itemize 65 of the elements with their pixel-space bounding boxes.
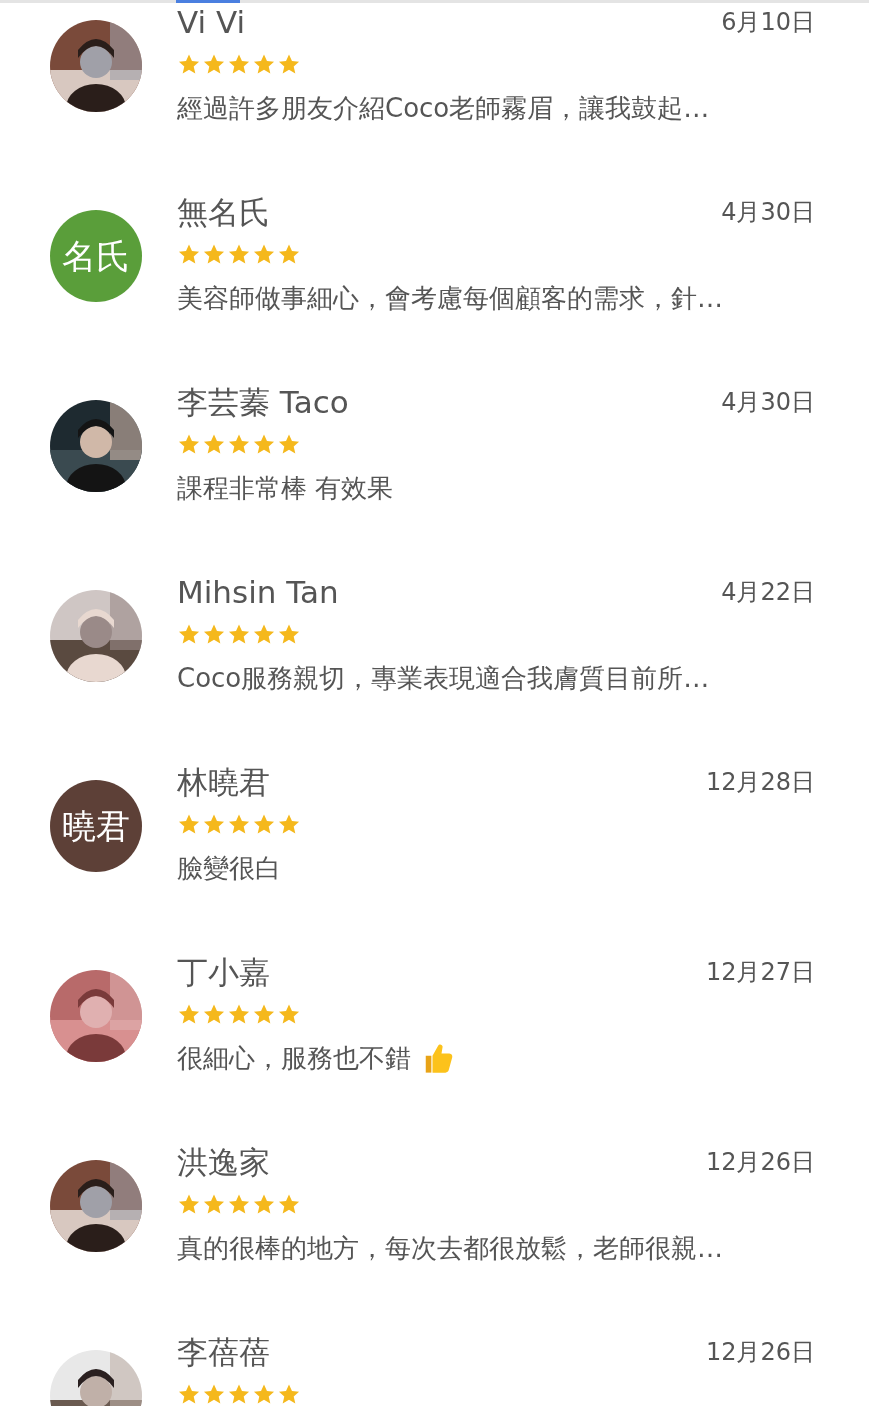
star-icon xyxy=(202,243,226,266)
star-icon xyxy=(202,433,226,456)
avatar: 曉君 xyxy=(50,780,142,872)
star-icon xyxy=(277,813,301,836)
star-icon xyxy=(252,623,276,646)
review-date: 6月10日 xyxy=(721,7,815,38)
star-icon xyxy=(252,243,276,266)
reviewer-name: 無名氏 xyxy=(177,192,270,232)
review-text: 課程非常棒 有效果 xyxy=(177,471,394,505)
star-icon xyxy=(277,1193,301,1216)
star-icon xyxy=(177,813,201,836)
star-icon xyxy=(177,1193,201,1216)
review-text: 臉變很白 xyxy=(177,851,281,885)
reviewer-name: 丁小嘉 xyxy=(177,952,270,992)
star-icon xyxy=(227,623,251,646)
star-icon xyxy=(252,53,276,76)
review-text: 經過許多朋友介紹Coco老師霧眉，讓我鼓起… xyxy=(177,91,710,125)
star-icon xyxy=(277,433,301,456)
review-text: 美容師做事細心，會考慮每個顧客的需求，針… xyxy=(177,281,723,315)
star-icon xyxy=(252,433,276,456)
star-icon xyxy=(252,1003,276,1026)
star-icon xyxy=(227,243,251,266)
review-date: 4月30日 xyxy=(721,197,815,228)
star-icon xyxy=(177,1383,201,1406)
star-icon xyxy=(227,1003,251,1026)
reviewer-name: 李芸蓁 Taco xyxy=(177,382,349,422)
star-icon xyxy=(202,1193,226,1216)
star-icon xyxy=(227,53,251,76)
star-icon xyxy=(252,1383,276,1406)
review-date: 4月22日 xyxy=(721,577,815,608)
star-icon xyxy=(277,243,301,266)
reviewer-name: Vi Vi xyxy=(177,2,246,42)
star-icon xyxy=(277,623,301,646)
star-icon xyxy=(227,433,251,456)
star-icon xyxy=(277,53,301,76)
review-date: 12月27日 xyxy=(705,957,815,988)
reviewer-name: 林曉君 xyxy=(177,762,270,802)
review-date: 12月26日 xyxy=(705,1337,815,1368)
star-icon xyxy=(227,1383,251,1406)
review-text: 很細心，服務也不錯 xyxy=(177,1041,411,1075)
star-icon xyxy=(252,813,276,836)
avatar: 名氏 xyxy=(50,210,142,302)
star-icon xyxy=(177,623,201,646)
review-date: 4月30日 xyxy=(721,387,815,418)
star-icon xyxy=(177,1003,201,1026)
star-icon xyxy=(177,433,201,456)
star-icon xyxy=(202,623,226,646)
star-icon xyxy=(277,1383,301,1406)
star-icon xyxy=(277,1003,301,1026)
review-date: 12月26日 xyxy=(705,1147,815,1178)
reviewer-name: 李蓓蓓 xyxy=(177,1332,270,1372)
star-icon xyxy=(177,243,201,266)
star-icon xyxy=(202,53,226,76)
star-icon xyxy=(227,813,251,836)
review-date: 12月28日 xyxy=(705,767,815,798)
star-icon xyxy=(227,1193,251,1216)
star-icon xyxy=(202,813,226,836)
reviewer-name: Mihsin Tan xyxy=(177,572,339,612)
star-icon xyxy=(177,53,201,76)
review-text: 真的很棒的地方，每次去都很放鬆，老師很親… xyxy=(177,1231,723,1265)
star-icon xyxy=(202,1383,226,1406)
reviewer-name: 洪逸家 xyxy=(177,1142,270,1182)
star-icon xyxy=(252,1193,276,1216)
review-text: Coco服務親切，專業表現適合我膚質目前所… xyxy=(177,661,710,695)
star-icon xyxy=(202,1003,226,1026)
